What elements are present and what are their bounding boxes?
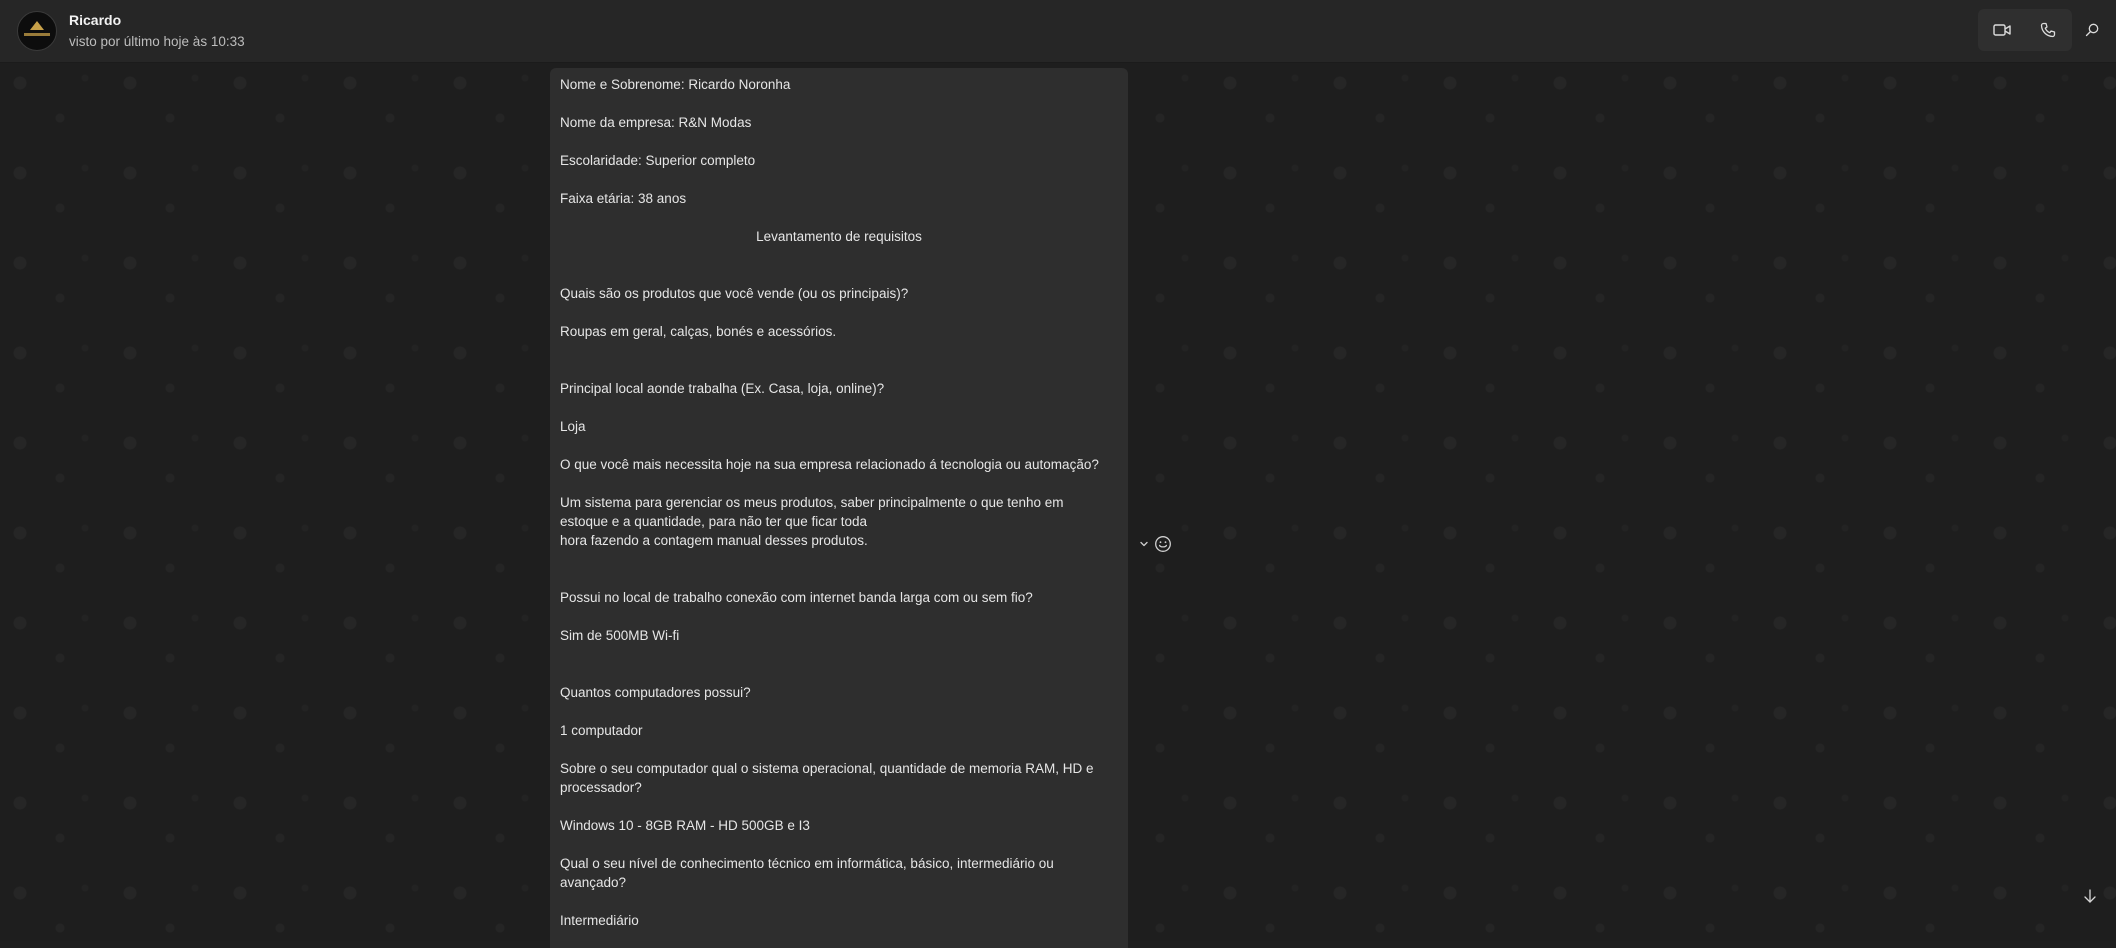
message-line: Quantos computadores possui? (560, 685, 751, 700)
chat-header: Ricardo visto por último hoje às 10:33 (0, 0, 2116, 63)
message-line: Escolaridade: Superior completo (560, 153, 756, 168)
message-line: Intermediário (560, 913, 639, 928)
message-line: Roupas em geral, calças, bonés e acessór… (560, 324, 837, 339)
message-line: Qual o seu nível de conhecimento técnico… (560, 856, 1054, 871)
call-button-group (1978, 9, 2072, 51)
message-actions (1138, 532, 1172, 556)
message-line: Possui no local de trabalho conexão com … (560, 590, 1033, 605)
logo-bar (24, 33, 50, 36)
message-line: Loja (560, 419, 586, 434)
video-call-icon (1993, 24, 2011, 36)
message-line: Um sistema para gerenciar os meus produt… (560, 495, 1064, 510)
message-line: Sim de 500MB Wi-fi (560, 628, 680, 643)
voice-call-button[interactable] (2028, 12, 2068, 48)
message-line: Windows 10 - 8GB RAM - HD 500GB e I3 (560, 818, 810, 833)
message-line: 1 computador (560, 723, 643, 738)
message-line: hora fazendo a contagem manual desses pr… (560, 533, 868, 548)
message-line: Nome da empresa: R&N Modas (560, 115, 752, 130)
search-icon (2085, 23, 2099, 37)
message-line: Faixa etária: 38 anos (560, 191, 687, 206)
arrow-down-icon (2084, 889, 2096, 903)
message-menu-button[interactable] (1138, 538, 1150, 550)
message-line: processador? (560, 780, 642, 795)
message-heading: Levantamento de requisitos (756, 229, 922, 244)
message-line: Principal local aonde trabalha (Ex. Casa… (560, 381, 885, 396)
scroll-to-bottom-button[interactable] (2078, 884, 2102, 908)
message-line: avançado? (560, 875, 627, 890)
message-line: O que você mais necessita hoje na sua em… (560, 457, 1099, 472)
chevron-down-icon (1140, 541, 1148, 547)
message-line: Sobre o seu computador qual o sistema op… (560, 761, 1094, 776)
video-call-button[interactable] (1982, 12, 2022, 48)
message-line: Quais são os produtos que você vende (ou… (560, 286, 909, 301)
contact-last-seen: visto por último hoje às 10:33 (69, 34, 245, 49)
contact-name[interactable]: Ricardo (69, 12, 121, 28)
message-line: Nome e Sobrenome: Ricardo Noronha (560, 77, 791, 92)
search-button[interactable] (2078, 12, 2106, 48)
logo-icon (30, 21, 44, 30)
message-line: estoque e a quantidade, para não ter que… (560, 514, 867, 529)
voice-call-icon (2040, 22, 2056, 38)
emoji-reaction-icon (1155, 536, 1171, 552)
contact-avatar[interactable] (17, 11, 57, 51)
react-button[interactable] (1154, 535, 1172, 553)
